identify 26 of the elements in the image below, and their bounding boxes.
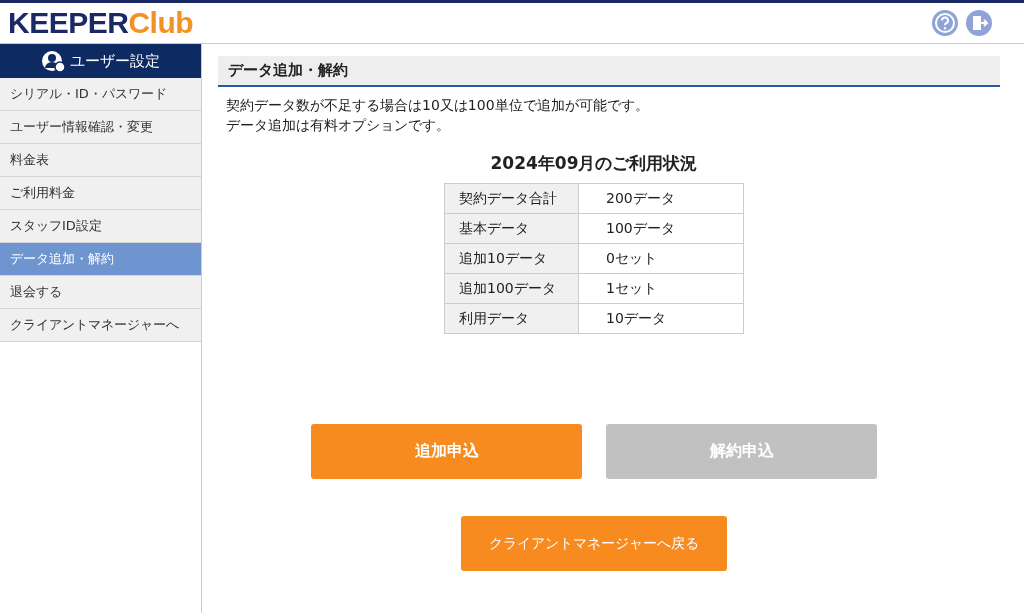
logo[interactable]: KEEPERClub	[8, 8, 194, 38]
sidebar-item[interactable]: シリアル・ID・パスワード	[0, 78, 201, 111]
row-value: 1セット	[578, 273, 744, 303]
help-icon[interactable]	[932, 10, 958, 36]
user-icon	[41, 49, 66, 73]
sidebar-item[interactable]: ユーザー情報確認・変更	[0, 111, 201, 144]
logout-icon[interactable]	[966, 10, 992, 36]
row-label: 利用データ	[444, 303, 579, 333]
row-label: 基本データ	[444, 213, 579, 243]
row-label: 契約データ合計	[444, 183, 579, 213]
row-value: 100データ	[578, 213, 744, 243]
row-label: 追加100データ	[444, 273, 579, 303]
page-title: データ追加・解約	[218, 56, 1000, 87]
row-label: 追加10データ	[444, 243, 579, 273]
description-text: データ追加は有料オプションです。	[226, 116, 451, 135]
row-value: 10データ	[578, 303, 744, 333]
sidebar-item[interactable]: クライアントマネージャーへ	[0, 309, 201, 342]
row-value: 0セット	[578, 243, 744, 273]
sidebar-item[interactable]: 退会する	[0, 276, 201, 309]
sidebar-item[interactable]: 料金表	[0, 144, 201, 177]
usage-title: 2024年09月のご利用状況	[490, 152, 698, 175]
sidebar-title: ユーザー設定	[69, 50, 160, 72]
description-text: 契約データ数が不足する場合は10又は100単位で追加が可能です。	[226, 96, 650, 115]
row-value: 200データ	[578, 183, 744, 213]
sidebar-item[interactable]: ご利用料金	[0, 177, 201, 210]
sidebar-item[interactable]: スタッフID設定	[0, 210, 201, 243]
